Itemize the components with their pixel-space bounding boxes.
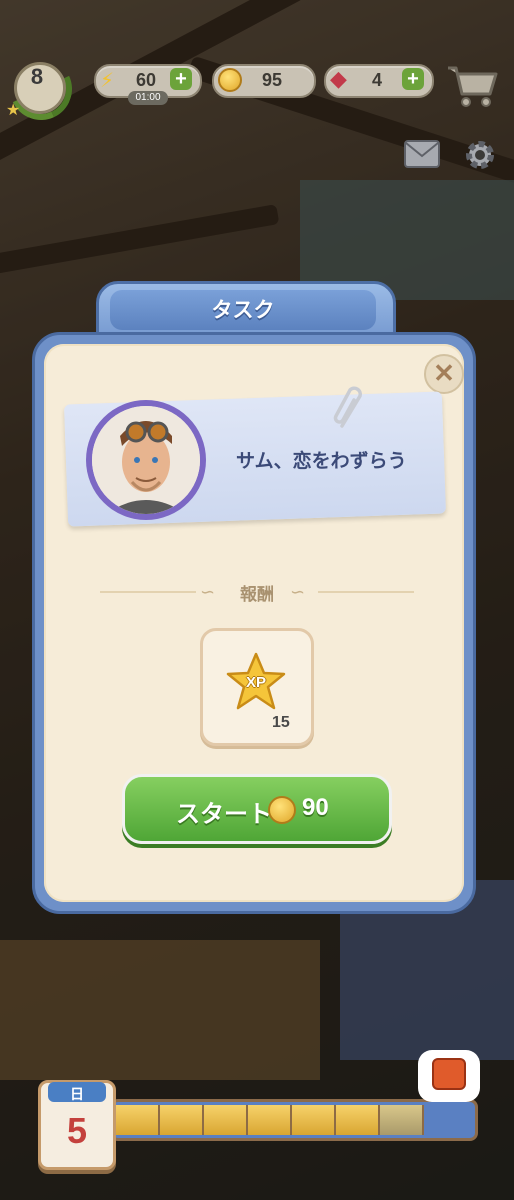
mail-icon[interactable] [404,140,440,168]
task-name: サム、恋をわずらう [236,451,407,472]
gem-icon: ◆ [330,67,347,92]
paperclip-icon [330,386,370,436]
progress-segment-partial [380,1105,424,1135]
reward-divider-right [318,591,414,593]
gem-add-button[interactable]: + [402,68,424,90]
coin-value: 95 [262,70,283,90]
day-label: 日 [70,1086,84,1102]
start-cost: 90 [302,794,329,821]
lightning-icon: ⚡ [100,68,115,92]
level-number: 8 [30,64,44,89]
coin-icon [218,68,242,92]
progress-segment [160,1105,204,1135]
progress-segment [248,1105,292,1135]
progress-segment [116,1105,160,1135]
start-button-label: スタート [176,801,272,828]
day-number: 5 [66,1110,88,1151]
reward-divider-left [100,591,196,593]
settings-gear-icon[interactable] [462,137,498,173]
progress-segment [336,1105,380,1135]
star-icon: ★ [6,100,21,119]
coin-icon [268,796,296,824]
xp-icon-text: XP [245,674,266,691]
energy-value: 60 [136,70,157,90]
coin-counter[interactable]: 95 [212,64,316,98]
energy-add-button[interactable]: + [170,68,192,90]
energy-timer: 01:00 [128,91,168,105]
progress-segment [292,1105,336,1135]
gem-value: 4 [372,70,383,90]
treasure-chest-icon [432,1058,466,1090]
shop-cart-icon[interactable] [446,64,498,108]
gem-counter[interactable]: ◆ 4 + [324,64,434,98]
close-button[interactable]: ✕ [424,354,464,394]
reward-label: 報酬 [240,585,274,604]
sam-portrait [92,406,200,514]
reward-count: 15 [272,714,290,731]
progress-segment [204,1105,248,1135]
dialog-title: タスク [211,299,275,322]
